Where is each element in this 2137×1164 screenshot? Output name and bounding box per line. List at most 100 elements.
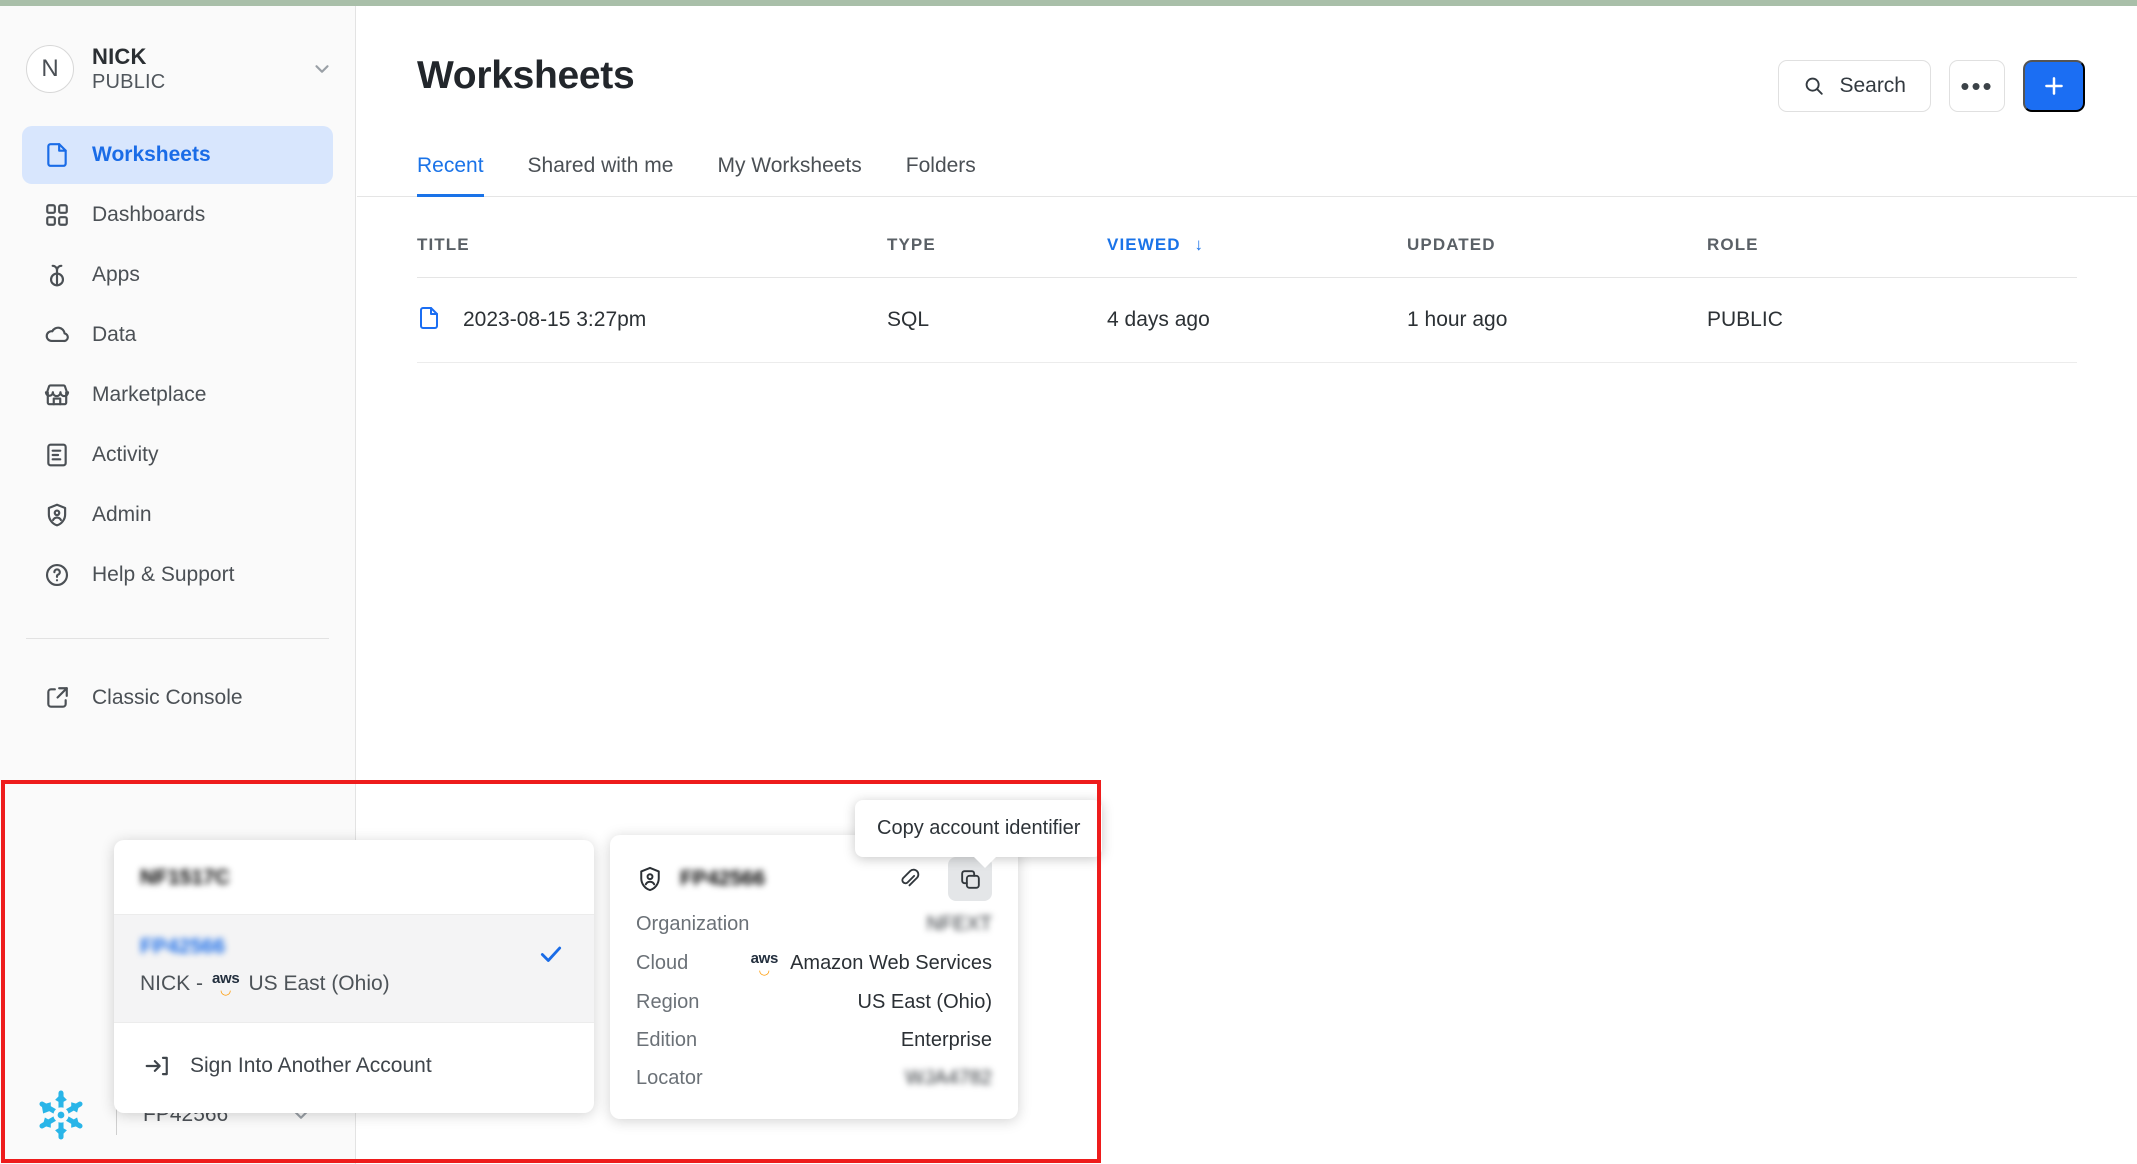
detail-label: Organization xyxy=(636,913,750,935)
avatar-initial: N xyxy=(41,55,59,82)
cell-type: SQL xyxy=(887,277,1107,363)
sidebar-item-label: Marketplace xyxy=(92,383,207,406)
account-switcher-header[interactable]: N NICK PUBLIC xyxy=(26,38,333,100)
tab-label: My Worksheets xyxy=(717,154,862,177)
create-new-button[interactable] xyxy=(2023,60,2085,112)
app-root: N NICK PUBLIC Worksheets Dashboards Apps… xyxy=(0,0,2137,1164)
account-text: NICK PUBLIC xyxy=(92,43,311,96)
sidebar-item-data[interactable]: Data xyxy=(22,306,333,364)
aws-logo-icon: aws ◡ xyxy=(212,970,240,997)
plus-icon xyxy=(2041,73,2067,99)
tab-label: Shared with me xyxy=(527,154,674,177)
account-subtitle: NICK - aws ◡ US East (Ohio) xyxy=(140,971,568,996)
sidebar-item-label: Classic Console xyxy=(92,686,243,709)
tab-my-worksheets[interactable]: My Worksheets xyxy=(717,154,861,197)
worksheets-table: TITLE TYPE VIEWED ↓ UPDATED ROLE 2023-08… xyxy=(417,197,2077,363)
account-name: NICK xyxy=(92,43,147,69)
tab-shared-with-me[interactable]: Shared with me xyxy=(528,154,674,197)
sidebar-item-classic-console[interactable]: Classic Console xyxy=(22,669,333,727)
copy-account-identifier-tooltip: Copy account identifier xyxy=(855,800,1103,868)
header-actions: Search ••• xyxy=(1778,54,2085,112)
detail-value: Amazon Web Services xyxy=(790,952,992,974)
search-button[interactable]: Search xyxy=(1778,60,1931,112)
detail-row-cloud: Cloud aws ◡ Amazon Web Services xyxy=(636,939,992,979)
detail-label: Cloud xyxy=(636,952,689,974)
table-header-row: TITLE TYPE VIEWED ↓ UPDATED ROLE xyxy=(417,197,2077,278)
cell-role: PUBLIC xyxy=(1707,277,2077,363)
document-icon xyxy=(417,306,441,334)
aws-logo-icon: aws ◡ xyxy=(750,950,779,977)
detail-label: Locator xyxy=(636,1067,703,1089)
sidebar-item-label: Apps xyxy=(92,263,140,286)
account-list-item-selected[interactable]: FP42566 NICK - aws ◡ US East (Ohio) xyxy=(114,914,594,1023)
column-header-title[interactable]: TITLE xyxy=(417,197,887,278)
main-header: Worksheets Search ••• xyxy=(357,6,2137,112)
worksheet-title[interactable]: 2023-08-15 3:27pm xyxy=(463,308,646,332)
tooltip-text: Copy account identifier xyxy=(877,817,1081,839)
column-header-role[interactable]: ROLE xyxy=(1707,197,2077,278)
document-icon xyxy=(44,142,70,168)
column-label: TYPE xyxy=(887,235,936,254)
search-icon xyxy=(1803,75,1825,97)
account-id: FP42566 xyxy=(140,935,226,958)
detail-row-locator: Locator WJA4782 xyxy=(636,1055,992,1093)
cloud-icon xyxy=(44,322,70,348)
sidebar-item-label: Dashboards xyxy=(92,203,206,226)
sidebar-item-activity[interactable]: Activity xyxy=(22,426,333,484)
sidebar-item-apps[interactable]: Apps xyxy=(22,246,333,304)
sign-in-label: Sign Into Another Account xyxy=(190,1054,432,1077)
primary-nav: Worksheets Dashboards Apps Data Marketpl… xyxy=(0,126,355,604)
account-subtitle-prefix: NICK - xyxy=(140,971,203,995)
sidebar-item-label: Help & Support xyxy=(92,563,235,586)
detail-row-organization: Organization NFEXT xyxy=(636,901,992,939)
detail-value: NFEXT xyxy=(926,913,992,935)
sidebar-item-label: Activity xyxy=(92,443,159,466)
account-switcher-popup: NF1517C FP42566 NICK - aws ◡ US East (Ohi… xyxy=(114,840,594,1113)
shield-user-icon xyxy=(44,502,70,528)
column-header-updated[interactable]: UPDATED xyxy=(1407,197,1707,278)
chevron-down-icon[interactable] xyxy=(311,58,333,80)
cell-viewed: 4 days ago xyxy=(1107,277,1407,363)
tab-bar: Recent Shared with me My Worksheets Fold… xyxy=(357,154,2137,197)
detail-value: WJA4782 xyxy=(905,1067,992,1089)
detail-card-header: FP42566 xyxy=(636,857,992,901)
account-detail-card: FP42566 Organization NFEXT Cloud aws ◡ Am… xyxy=(610,835,1018,1119)
table-row[interactable]: 2023-08-15 3:27pm SQL 4 days ago 1 hour … xyxy=(417,277,2077,363)
sidebar-item-worksheets[interactable]: Worksheets xyxy=(22,126,333,184)
link-icon[interactable] xyxy=(888,857,932,901)
column-label: TITLE xyxy=(417,235,470,254)
column-label: UPDATED xyxy=(1407,235,1496,254)
avatar: N xyxy=(26,45,74,93)
sign-into-another-account-button[interactable]: Sign Into Another Account xyxy=(114,1023,594,1113)
tab-folders[interactable]: Folders xyxy=(906,154,976,197)
detail-label: Edition xyxy=(636,1029,698,1051)
detail-row-edition: Edition Enterprise xyxy=(636,1017,992,1055)
cell-updated: 1 hour ago xyxy=(1407,277,1707,363)
organization-heading: NF1517C xyxy=(140,866,230,889)
detail-value: Enterprise xyxy=(900,1029,992,1051)
table-body: 2023-08-15 3:27pm SQL 4 days ago 1 hour … xyxy=(417,277,2077,363)
question-icon xyxy=(44,562,70,588)
sidebar-item-help-support[interactable]: Help & Support xyxy=(22,546,333,604)
column-header-type[interactable]: TYPE xyxy=(887,197,1107,278)
sidebar-divider xyxy=(26,638,329,639)
column-label: VIEWED xyxy=(1107,235,1181,254)
column-header-viewed[interactable]: VIEWED ↓ xyxy=(1107,197,1407,278)
snowflake-logo xyxy=(34,1088,88,1142)
tab-label: Folders xyxy=(905,154,976,177)
more-options-button[interactable]: ••• xyxy=(1949,60,2005,112)
tab-recent[interactable]: Recent xyxy=(417,154,484,197)
sidebar-item-marketplace[interactable]: Marketplace xyxy=(22,366,333,424)
sidebar-item-dashboards[interactable]: Dashboards xyxy=(22,186,333,244)
account-region: US East (Ohio) xyxy=(248,971,390,995)
detail-value-wrap: aws ◡ Amazon Web Services xyxy=(751,951,992,976)
secondary-nav: Classic Console xyxy=(0,669,355,727)
sign-in-icon xyxy=(144,1053,170,1079)
sidebar-item-label: Data xyxy=(92,323,137,346)
column-label: ROLE xyxy=(1707,235,1759,254)
sidebar-item-admin[interactable]: Admin xyxy=(22,486,333,544)
detail-value: US East (Ohio) xyxy=(857,991,992,1013)
detail-label: Region xyxy=(636,991,700,1013)
tab-label: Recent xyxy=(417,154,484,177)
search-button-label: Search xyxy=(1839,74,1906,97)
